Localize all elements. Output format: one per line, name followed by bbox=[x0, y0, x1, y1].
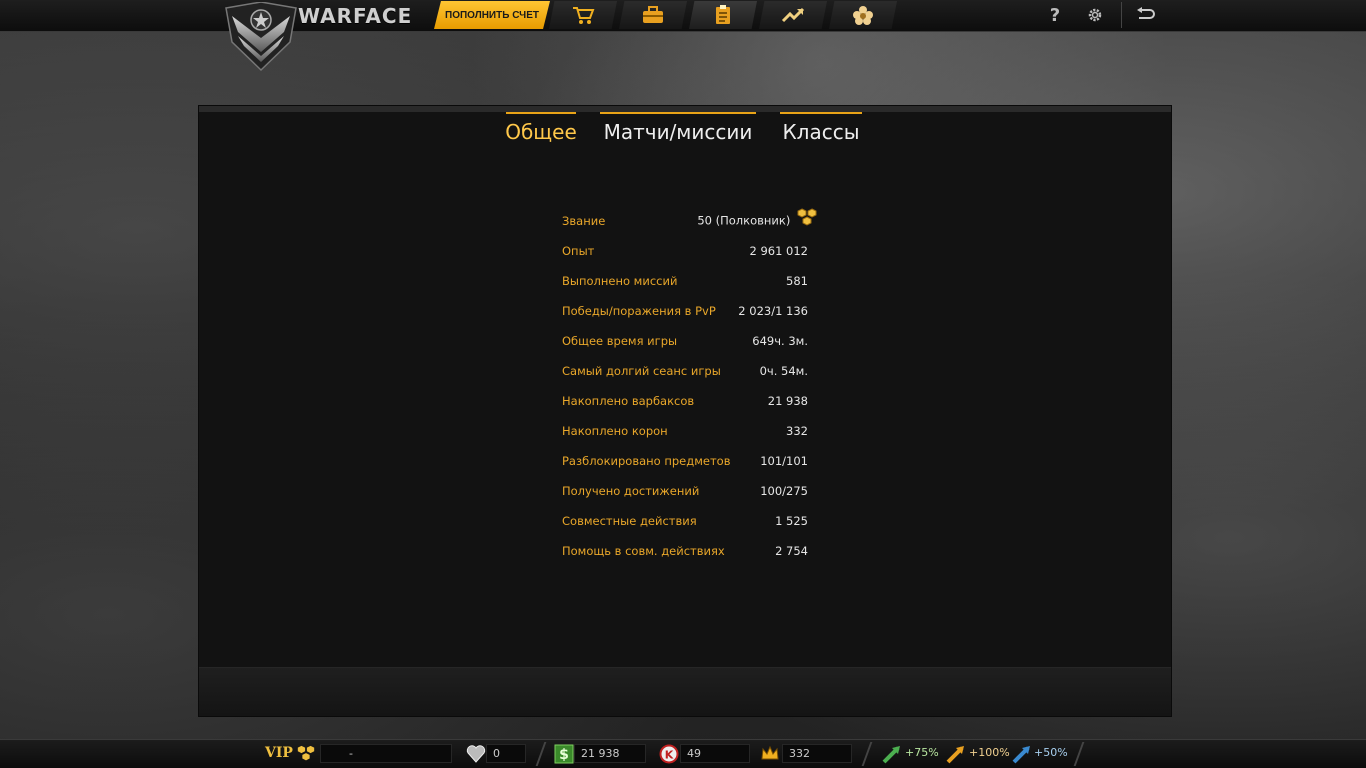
stat-row: Опыт 2 961 012 bbox=[562, 240, 812, 270]
divider bbox=[1073, 742, 1085, 766]
divider bbox=[861, 742, 873, 766]
stat-row: Разблокировано предметов 101/101 bbox=[562, 450, 812, 480]
bottom-bar: VIP - 0 $ 21 938 K 49 332 +75% +100% +50… bbox=[0, 739, 1366, 768]
stat-value: 101/101 bbox=[760, 454, 808, 468]
stat-label: Общее время игры bbox=[562, 334, 678, 348]
stat-value: 1 525 bbox=[775, 514, 808, 528]
stat-value: 2 023/1 136 bbox=[738, 304, 808, 318]
stat-value: 332 bbox=[786, 424, 808, 438]
stat-value: 2 961 012 bbox=[749, 244, 808, 258]
stats-list: Звание 50 (Полковник) Опыт 2 961 012 Вып… bbox=[562, 208, 817, 570]
stat-value: 21 938 bbox=[767, 394, 808, 408]
stat-label: Совместные действия bbox=[562, 514, 697, 528]
vip-status-field: - bbox=[320, 744, 452, 763]
heart-value: 0 bbox=[486, 744, 526, 763]
divider bbox=[535, 742, 547, 766]
flower-icon bbox=[853, 6, 873, 25]
back-arrow-icon bbox=[1137, 7, 1155, 19]
rank-insignia-icon bbox=[297, 745, 315, 761]
statistics-panel: Общее Матчи/миссии Классы Звание 50 (Пол… bbox=[199, 106, 1171, 716]
money-boost-icon bbox=[946, 746, 964, 764]
stat-label: Самый долгий сеанс игры bbox=[562, 364, 721, 378]
stat-label: Звание bbox=[562, 214, 606, 228]
top-bar: WARFACE ПОПОЛНИТЬ СЧЕТ ? bbox=[0, 0, 1366, 72]
stat-value: 649ч. 3м. bbox=[752, 334, 808, 348]
vip-label: VIP bbox=[265, 745, 293, 761]
help-icon[interactable]: ? bbox=[1043, 4, 1067, 26]
divider bbox=[1121, 2, 1122, 28]
warbucks-icon: $ bbox=[554, 744, 574, 764]
stat-label: Получено достижений bbox=[562, 484, 700, 498]
stat-row: Победы/поражения в PvP 2 023/1 136 bbox=[562, 300, 812, 330]
stat-value: 100/275 bbox=[760, 484, 808, 498]
crowns-value: 332 bbox=[782, 744, 852, 763]
clipboard-icon bbox=[716, 5, 730, 24]
stat-row: Выполнено миссий 581 bbox=[562, 270, 812, 300]
svg-text:$: $ bbox=[559, 747, 569, 763]
kredits-icon: K bbox=[659, 744, 679, 764]
money-boost-value: +100% bbox=[969, 746, 1010, 759]
svg-text:K: K bbox=[665, 749, 674, 762]
topup-button[interactable]: ПОПОЛНИТЬ СЧЕТ bbox=[434, 1, 550, 29]
stat-label: Победы/поражения в PvP bbox=[562, 304, 716, 318]
stat-row: Общее время игры 649ч. 3м. bbox=[562, 330, 812, 360]
panel-footer bbox=[199, 667, 1171, 716]
stat-label: Разблокировано предметов bbox=[562, 454, 731, 468]
heart-icon bbox=[466, 745, 486, 763]
warface-emblem-icon bbox=[225, 2, 297, 72]
stat-row-rank: Звание 50 (Полковник) bbox=[562, 208, 817, 240]
stat-row: Получено достижений 100/275 bbox=[562, 480, 812, 510]
stat-label: Выполнено миссий bbox=[562, 274, 678, 288]
stat-value: 2 754 bbox=[775, 544, 808, 558]
sp-boost-value: +50% bbox=[1034, 746, 1068, 759]
gear-icon bbox=[1088, 8, 1102, 22]
tab-classes[interactable]: Классы bbox=[780, 112, 862, 146]
stat-row: Помощь в совм. действиях 2 754 bbox=[562, 540, 812, 570]
settings-gear-icon[interactable] bbox=[1083, 4, 1107, 26]
exp-boost-icon bbox=[882, 746, 900, 764]
tab-matches-missions[interactable]: Матчи/миссии bbox=[600, 112, 756, 146]
stat-label: Накоплено варбаксов bbox=[562, 394, 695, 408]
stat-value: 50 (Полковник) bbox=[697, 213, 791, 228]
inventory-nav-button[interactable] bbox=[619, 1, 687, 29]
stat-row: Накоплено варбаксов 21 938 bbox=[562, 390, 812, 420]
exit-icon[interactable] bbox=[1133, 4, 1157, 26]
profile-nav-button[interactable] bbox=[689, 1, 757, 29]
rank-insignia-icon bbox=[797, 208, 817, 226]
stat-label: Опыт bbox=[562, 244, 595, 258]
crown-icon bbox=[761, 745, 779, 760]
sp-boost-icon bbox=[1012, 746, 1030, 764]
stat-value-wrap: 50 (Полковник) bbox=[697, 208, 818, 232]
logo-text: WARFACE bbox=[298, 4, 413, 28]
toolbox-icon bbox=[643, 6, 663, 23]
stat-label: Накоплено корон bbox=[562, 424, 668, 438]
exp-boost-value: +75% bbox=[905, 746, 939, 759]
stat-value: 581 bbox=[786, 274, 808, 288]
stat-label: Помощь в совм. действиях bbox=[562, 544, 725, 558]
shop-nav-button[interactable] bbox=[549, 1, 617, 29]
warbucks-value: 21 938 bbox=[574, 744, 646, 763]
tab-general[interactable]: Общее bbox=[505, 112, 577, 146]
stat-value: 0ч. 54м. bbox=[759, 364, 808, 378]
stat-row: Самый долгий сеанс игры 0ч. 54м. bbox=[562, 360, 812, 390]
cart-icon bbox=[573, 7, 595, 24]
trend-icon bbox=[781, 7, 805, 23]
stat-row: Накоплено корон 332 bbox=[562, 420, 812, 450]
progress-nav-button[interactable] bbox=[759, 1, 827, 29]
stat-row: Совместные действия 1 525 bbox=[562, 510, 812, 540]
kredits-value: 49 bbox=[680, 744, 750, 763]
achievements-nav-button[interactable] bbox=[829, 1, 897, 29]
